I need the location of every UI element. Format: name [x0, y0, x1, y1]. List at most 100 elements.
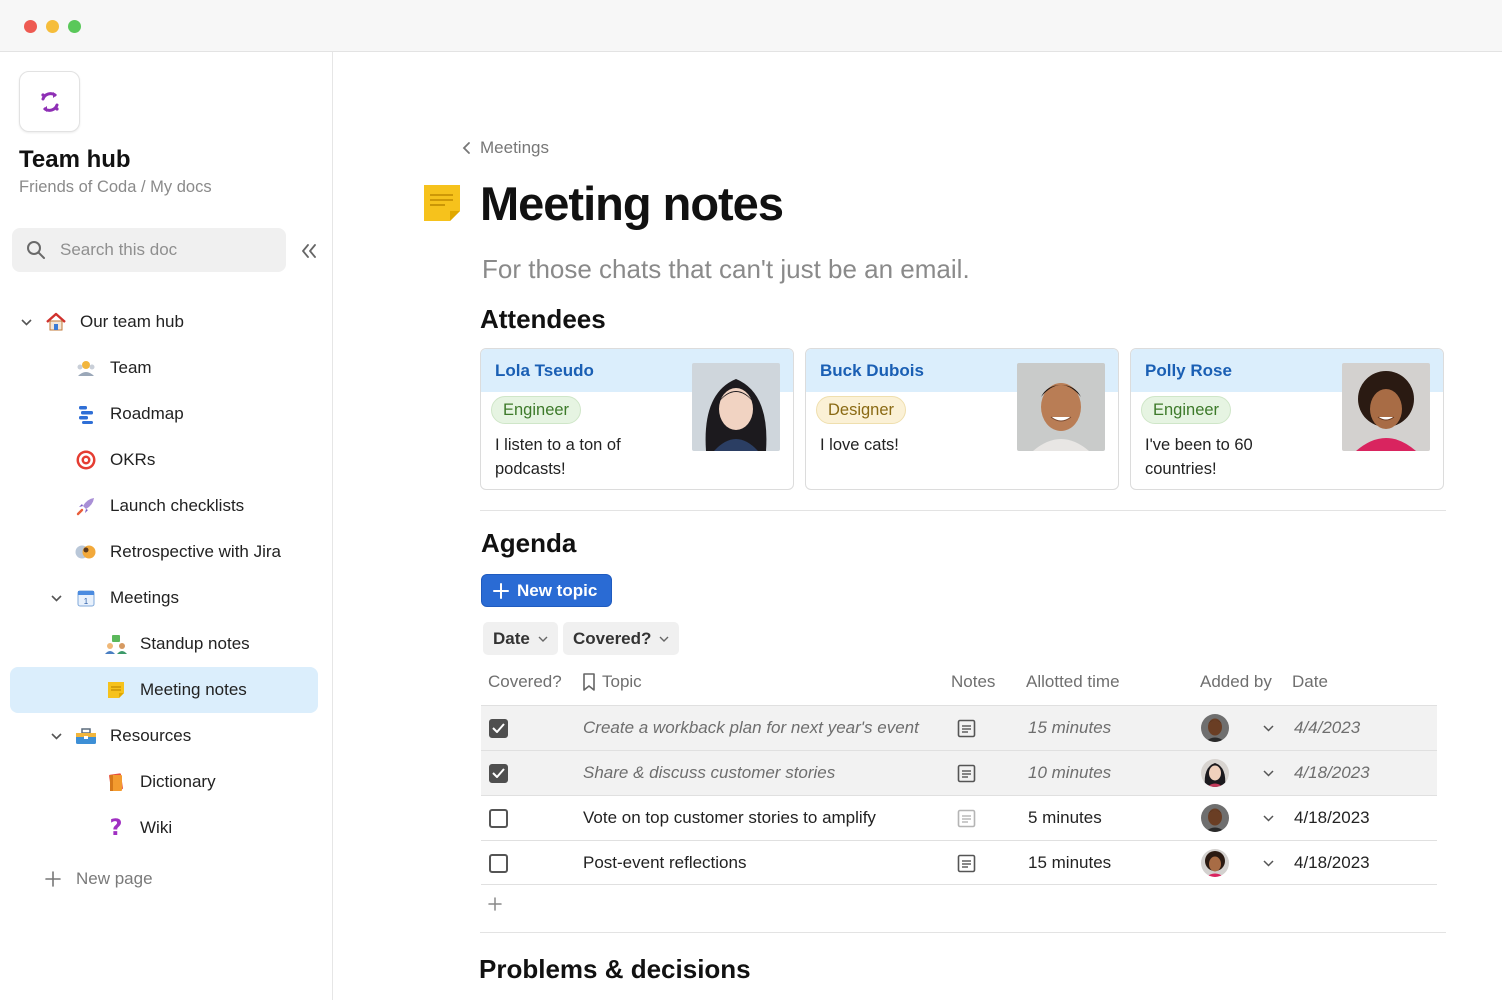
sidebar-item-meeting-notes[interactable]: Meeting notes: [10, 667, 318, 713]
topic-cell[interactable]: Create a workback plan for next year's e…: [583, 706, 919, 750]
sidebar-item-label: Wiki: [140, 818, 173, 837]
topic-cell[interactable]: Vote on top customer stories to amplify: [583, 796, 876, 840]
standup-icon: [104, 632, 128, 656]
added-by-avatar[interactable]: [1201, 841, 1229, 885]
sidebar-item-dictionary[interactable]: Dictionary: [10, 760, 318, 804]
sidebar-item-label: Meeting notes: [140, 680, 247, 699]
allotted-time-cell[interactable]: 10 minutes: [1028, 751, 1111, 795]
add-row-button[interactable]: [488, 894, 502, 917]
date-cell[interactable]: 4/18/2023: [1294, 841, 1370, 885]
column-header-notes[interactable]: Notes: [951, 672, 995, 692]
search-icon: [27, 241, 45, 259]
chevron-down-icon: [538, 636, 548, 642]
search-box: [12, 228, 286, 272]
attendees-heading: Attendees: [480, 304, 606, 334]
date-cell[interactable]: 4/18/2023: [1294, 751, 1370, 795]
attendee-card[interactable]: Polly Rose Engineer I've been to 60 coun…: [1130, 348, 1444, 490]
rocket-icon: [74, 494, 98, 518]
sidebar-item-label: Retrospective with Jira: [110, 542, 282, 561]
attendee-card[interactable]: Buck Dubois Designer I love cats!: [805, 348, 1119, 490]
sidebar-item-label: Resources: [110, 726, 192, 745]
filter-date[interactable]: Date: [483, 622, 558, 655]
minimize-window-icon[interactable]: [46, 20, 59, 33]
attendee-card[interactable]: Lola Tseudo Engineer I listen to a ton o…: [480, 348, 794, 490]
plus-icon: [493, 582, 509, 599]
plus-icon: [488, 897, 502, 911]
sidebar-item-okrs[interactable]: OKRs: [10, 438, 318, 482]
sidebar-item-retrospective-with-jira[interactable]: Retrospective with Jira: [10, 530, 318, 574]
collapse-sidebar-icon[interactable]: [298, 240, 320, 262]
filter-covered[interactable]: Covered?: [563, 622, 680, 655]
added-by-avatar[interactable]: [1201, 796, 1229, 840]
date-cell[interactable]: 4/4/2023: [1294, 706, 1360, 750]
new-topic-button[interactable]: New topic: [481, 574, 613, 607]
sidebar-item-team[interactable]: Team: [10, 346, 318, 390]
page-subtitle: For those chats that can't just be an em…: [482, 254, 970, 284]
column-header-allotted-time[interactable]: Allotted time: [1026, 672, 1120, 692]
bookmark-icon: [583, 673, 595, 691]
breadcrumb[interactable]: Meetings: [462, 138, 549, 158]
house-icon: [44, 310, 68, 334]
chevron-down-icon[interactable]: [50, 592, 62, 604]
notes-doc-icon[interactable]: [957, 706, 976, 750]
sidebar-item-standup-notes[interactable]: Standup notes: [10, 622, 318, 666]
sidebar-item-label: Launch checklists: [110, 496, 245, 515]
maximize-window-icon[interactable]: [68, 20, 81, 33]
sidebar-item-wiki[interactable]: ? Wiki: [10, 806, 318, 850]
search-input[interactable]: [60, 228, 275, 272]
roadmap-icon: [74, 402, 98, 426]
attendee-name: Lola Tseudo: [495, 361, 594, 380]
column-header-topic[interactable]: Topic: [582, 672, 642, 692]
sidebar-item-label: Our team hub: [80, 312, 184, 331]
chevron-down-icon[interactable]: [1263, 796, 1274, 840]
sidebar-item-resources[interactable]: Resources: [10, 714, 318, 758]
covered-checkbox[interactable]: [489, 841, 508, 885]
sidebar-item-label: Roadmap: [110, 404, 184, 423]
covered-checkbox[interactable]: [489, 796, 508, 840]
added-by-avatar[interactable]: [1201, 751, 1229, 795]
covered-checkbox[interactable]: [489, 751, 508, 795]
column-header-date[interactable]: Date: [1292, 672, 1328, 692]
sidebar-item-meetings[interactable]: 1 Meetings: [10, 576, 318, 620]
chevron-left-icon: [462, 142, 470, 154]
chevron-down-icon[interactable]: [50, 730, 62, 742]
chevron-down-icon[interactable]: [1263, 841, 1274, 885]
chevron-down-icon[interactable]: [1263, 706, 1274, 750]
attendee-name: Polly Rose: [1145, 361, 1232, 380]
chevron-down-icon[interactable]: [20, 316, 32, 328]
column-header-covered[interactable]: Covered?: [488, 672, 562, 692]
table-row[interactable]: Create a workback plan for next year's e…: [481, 705, 1437, 750]
column-header-added-by[interactable]: Added by: [1200, 672, 1272, 692]
filter-label: Covered?: [573, 628, 652, 648]
sidebar-item-roadmap[interactable]: Roadmap: [10, 392, 318, 436]
allotted-time-cell[interactable]: 5 minutes: [1028, 796, 1102, 840]
allotted-time-cell[interactable]: 15 minutes: [1028, 841, 1111, 885]
chevron-down-icon[interactable]: [1263, 751, 1274, 795]
notes-doc-icon[interactable]: [957, 841, 976, 885]
notes-doc-icon[interactable]: [957, 751, 976, 795]
sidebar: Team hub Friends of Coda / My docs Our t…: [0, 52, 333, 1000]
sticky-note-icon[interactable]: [423, 184, 461, 227]
topic-cell[interactable]: Share & discuss customer stories: [583, 751, 835, 795]
allotted-time-cell[interactable]: 15 minutes: [1028, 706, 1111, 750]
breadcrumb-label: Meetings: [480, 138, 549, 157]
doc-path[interactable]: Friends of Coda / My docs: [19, 178, 212, 197]
attendee-bio: I listen to a ton of podcasts!: [495, 436, 621, 478]
close-window-icon[interactable]: [24, 20, 37, 33]
sidebar-item-launch-checklists[interactable]: Launch checklists: [10, 484, 318, 528]
table-row[interactable]: Share & discuss customer stories 10 minu…: [481, 750, 1437, 795]
new-topic-label: New topic: [517, 580, 598, 600]
added-by-avatar[interactable]: [1201, 706, 1229, 750]
doc-logo[interactable]: [19, 71, 80, 132]
sidebar-item-our-team-hub[interactable]: Our team hub: [10, 300, 318, 344]
topic-cell[interactable]: Post-event reflections: [583, 841, 746, 885]
date-cell[interactable]: 4/18/2023: [1294, 796, 1370, 840]
books-icon: [104, 770, 128, 794]
plus-icon: [45, 871, 61, 887]
question-mark-icon: ?: [109, 815, 123, 841]
covered-checkbox[interactable]: [489, 706, 508, 750]
notes-doc-icon[interactable]: [957, 796, 976, 840]
table-row[interactable]: Post-event reflections 15 minutes 4/18/2…: [481, 840, 1437, 885]
new-page-button[interactable]: New page: [44, 864, 153, 894]
table-row[interactable]: Vote on top customer stories to amplify …: [481, 795, 1437, 840]
